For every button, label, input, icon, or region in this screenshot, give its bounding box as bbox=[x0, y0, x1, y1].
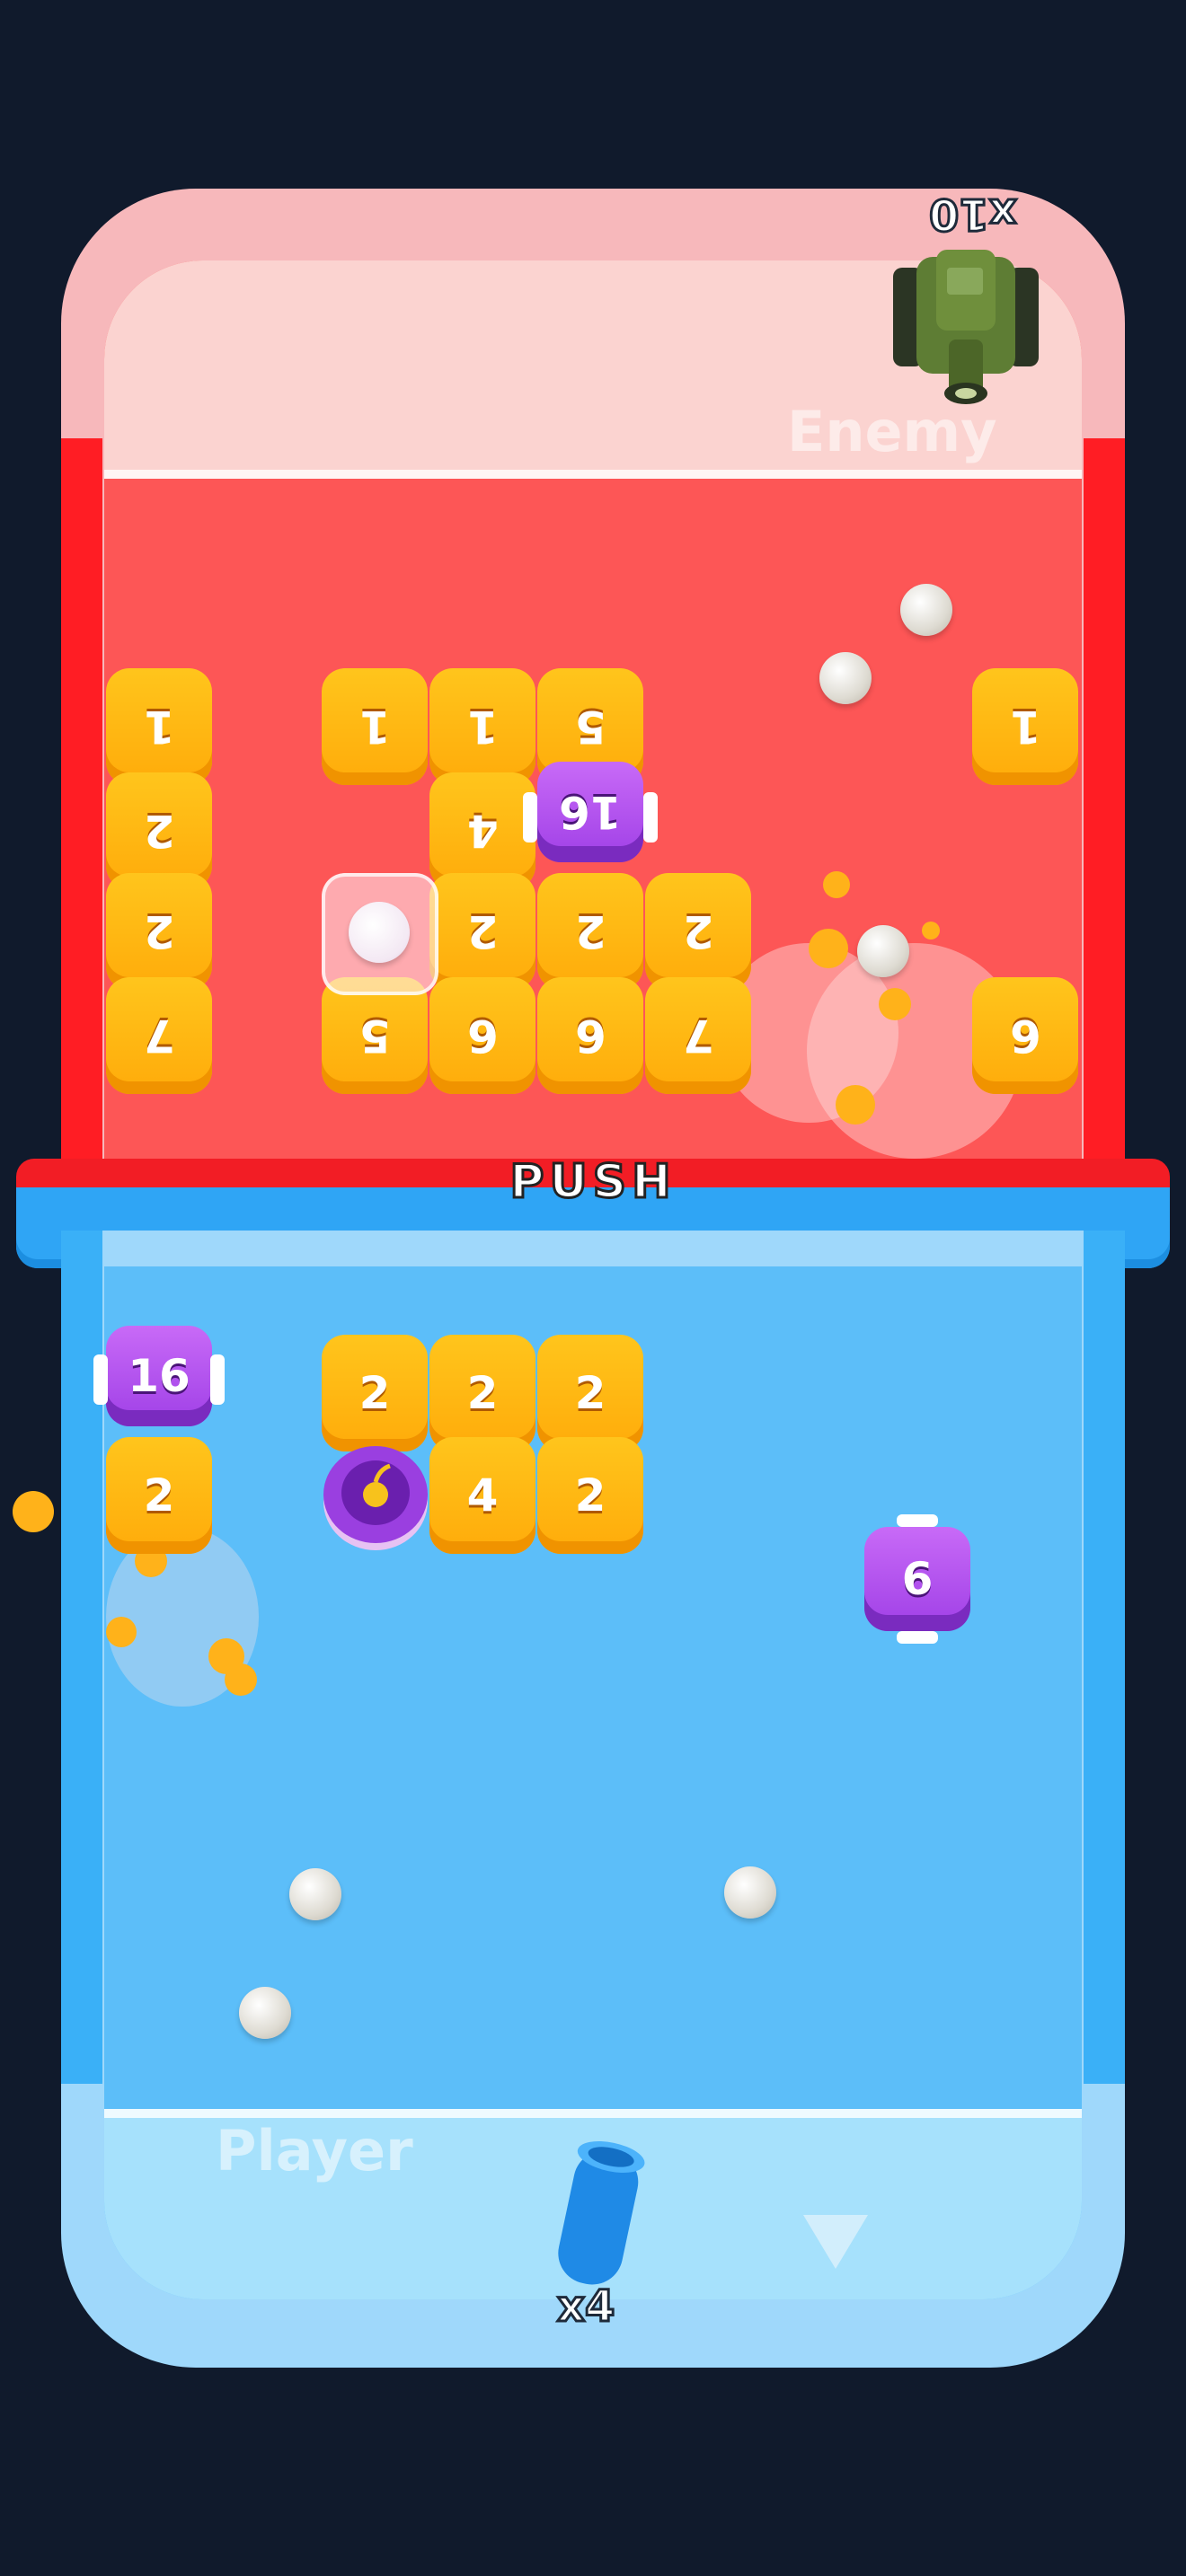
player-block: 2 bbox=[429, 1335, 535, 1451]
enemy-block: 1 bbox=[106, 668, 212, 785]
cannon-icon bbox=[93, 1354, 108, 1405]
ball-icon bbox=[819, 652, 872, 704]
player-cannon-block: 6 bbox=[864, 1527, 970, 1631]
enemy-block: 6 bbox=[537, 977, 643, 1094]
push-label: PUSH bbox=[509, 1154, 677, 1211]
cannon-icon bbox=[210, 1354, 225, 1405]
player-block: 2 bbox=[106, 1437, 212, 1554]
particle bbox=[13, 1491, 54, 1532]
player-cannon-icon[interactable] bbox=[535, 2136, 661, 2298]
enemy-block: 2 bbox=[645, 873, 751, 990]
arrow-down-icon[interactable] bbox=[803, 2215, 868, 2271]
bubble-block bbox=[322, 873, 438, 995]
enemy-block: 7 bbox=[645, 977, 751, 1094]
player-label: Player bbox=[216, 2118, 413, 2183]
cannon-icon bbox=[643, 792, 658, 842]
enemy-left-rail bbox=[61, 438, 102, 1175]
particle bbox=[225, 1663, 257, 1696]
particle bbox=[922, 922, 940, 940]
ball-icon bbox=[724, 1866, 776, 1919]
ball-icon bbox=[239, 1987, 291, 2039]
enemy-block: 1 bbox=[429, 668, 535, 785]
particle bbox=[809, 929, 848, 968]
particle bbox=[106, 1617, 137, 1647]
enemy-block: 1 bbox=[972, 668, 1078, 785]
enemy-multiplier: x10 bbox=[928, 188, 1019, 241]
enemy-block: 6 bbox=[972, 977, 1078, 1094]
enemy-block: 2 bbox=[106, 873, 212, 990]
enemy-block: 1 bbox=[322, 668, 428, 785]
enemy-base-line bbox=[104, 470, 1082, 479]
enemy-cannon-block: 16 bbox=[537, 762, 643, 862]
ball-icon bbox=[289, 1868, 341, 1920]
particle bbox=[836, 1085, 875, 1125]
enemy-block: 4 bbox=[429, 772, 535, 889]
enemy-right-rail bbox=[1084, 438, 1125, 1175]
player-block: 2 bbox=[537, 1437, 643, 1554]
ball-icon bbox=[857, 925, 909, 977]
particle bbox=[823, 871, 850, 898]
enemy-block: 2 bbox=[429, 873, 535, 990]
cannon-icon bbox=[523, 792, 537, 842]
player-right-rail bbox=[1084, 1231, 1125, 2084]
cannon-icon bbox=[897, 1514, 938, 1527]
ball-icon bbox=[349, 902, 410, 963]
player-multiplier: x4 bbox=[555, 2280, 615, 2333]
bomb-icon bbox=[320, 1442, 431, 1554]
enemy-block: 7 bbox=[106, 977, 212, 1094]
player-block: 4 bbox=[429, 1437, 535, 1554]
player-base-line bbox=[104, 2109, 1082, 2118]
player-cannon-block: 16 bbox=[106, 1326, 212, 1426]
player-block: 2 bbox=[537, 1335, 643, 1451]
enemy-block: 2 bbox=[106, 772, 212, 889]
enemy-tank-icon bbox=[890, 232, 1042, 411]
enemy-block: 2 bbox=[537, 873, 643, 990]
particle bbox=[879, 988, 911, 1020]
enemy-block: 6 bbox=[429, 977, 535, 1094]
player-block: 2 bbox=[322, 1335, 428, 1451]
cannon-icon bbox=[897, 1631, 938, 1644]
ball-icon bbox=[900, 584, 952, 636]
